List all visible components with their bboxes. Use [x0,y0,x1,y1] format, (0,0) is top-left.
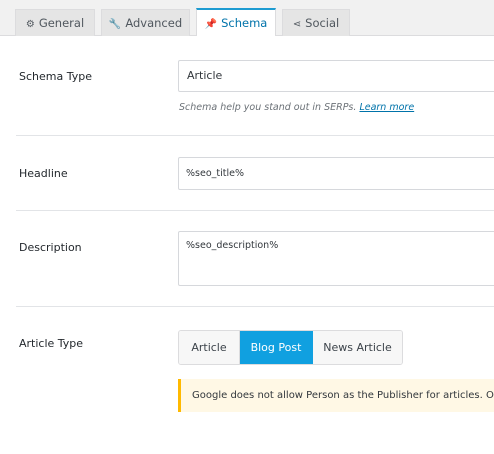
description-label: Description [19,241,82,254]
tab-bar: ⚙ General 🔧 Advanced 📌 Schema ⋖ Social [0,0,494,36]
tab-social[interactable]: ⋖ Social [282,9,350,36]
article-type-article[interactable]: Article [179,331,240,364]
tab-schema[interactable]: 📌 Schema [196,8,276,36]
tab-advanced[interactable]: 🔧 Advanced [101,9,190,36]
publisher-notice: Google does not allow Person as the Publ… [178,379,494,412]
share-icon: ⋖ [292,19,302,30]
schema-type-select[interactable]: Article [178,60,494,92]
article-type-news-article[interactable]: News Article [313,331,402,364]
gear-icon: ⚙ [25,19,35,30]
article-type-label: Article Type [19,337,84,350]
divider [16,135,494,136]
wrench-icon: 🔧 [108,19,122,30]
headline-input[interactable]: %seo_title% [178,157,494,190]
divider [16,306,494,307]
article-type-blog-post[interactable]: Blog Post [240,331,313,364]
schema-panel: Schema Type Article Schema help you stan… [0,36,494,454]
pin-icon: 📌 [204,19,218,30]
headline-label: Headline [19,167,68,180]
learn-more-link[interactable]: Learn more [359,102,414,113]
tab-general[interactable]: ⚙ General [15,9,95,36]
description-textarea[interactable]: %seo_description% [178,231,494,286]
schema-type-label: Schema Type [19,70,92,83]
schema-help-text: Schema help you stand out in SERPs. Lear… [179,102,415,113]
divider [16,210,494,211]
article-type-toggle: Article Blog Post News Article [178,330,403,365]
